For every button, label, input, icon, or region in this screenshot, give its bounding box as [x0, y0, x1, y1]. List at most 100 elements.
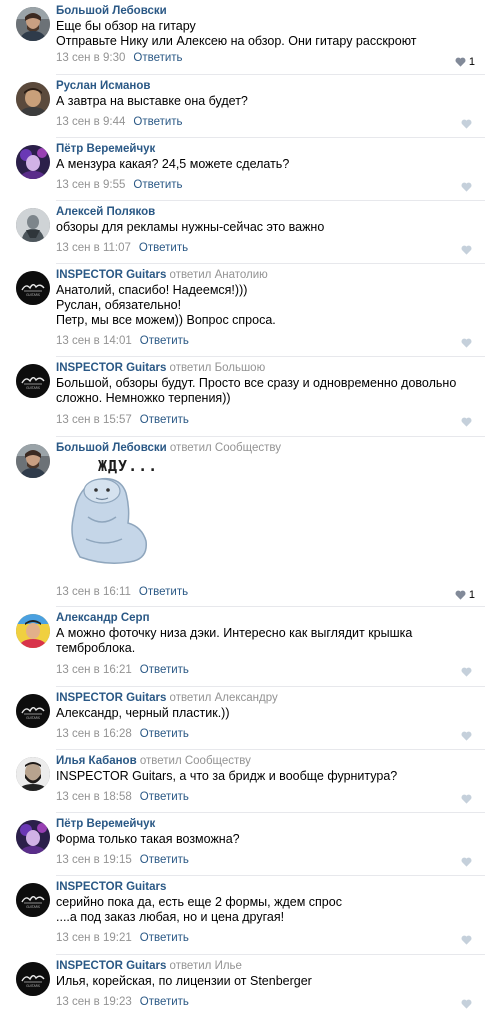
- reply-button[interactable]: Ответить: [140, 664, 189, 676]
- author-name[interactable]: INSPECTOR Guitars: [56, 881, 166, 893]
- like-button[interactable]: [461, 182, 475, 192]
- comment-text: Большой, обзоры будут. Просто все сразу …: [56, 376, 456, 406]
- author-name[interactable]: Пётр Веремейчук: [56, 818, 155, 830]
- author-line: Пётр Веремейчук: [56, 142, 155, 156]
- like-button[interactable]: [461, 794, 475, 804]
- like-button[interactable]: [461, 999, 475, 1009]
- comment-text: Еще бы обзор на гитару Отправьте Нику или…: [56, 19, 453, 49]
- reply-button[interactable]: Ответить: [133, 179, 182, 191]
- avatar[interactable]: GUITARS: [16, 694, 50, 728]
- like-button[interactable]: [461, 857, 475, 867]
- comment-item: Александр Серп А можно фоточку низа дэки.…: [0, 607, 493, 687]
- comment-text-line: Отправьте Нику или Алексею на обзор. Они…: [56, 34, 417, 48]
- avatar[interactable]: [16, 145, 50, 179]
- heart-icon: [461, 857, 472, 867]
- author-name[interactable]: Пётр Веремейчук: [56, 143, 155, 155]
- comment-date[interactable]: 13 сен в 15:57: [56, 414, 132, 426]
- author-name[interactable]: INSPECTOR Guitars: [56, 960, 166, 972]
- comment-date[interactable]: 13 сен в 11:07: [56, 242, 131, 254]
- comment-date[interactable]: 13 сен в 16:28: [56, 728, 132, 740]
- avatar[interactable]: GUITARS: [16, 364, 50, 398]
- avatar[interactable]: [16, 820, 50, 854]
- comment-date[interactable]: 13 сен в 9:44: [56, 116, 125, 128]
- author-name[interactable]: Большой Лебовски: [56, 5, 167, 17]
- like-button[interactable]: [461, 338, 475, 348]
- heart-icon: [461, 338, 472, 348]
- reply-button[interactable]: Ответить: [139, 242, 188, 254]
- author-name[interactable]: Александр Серп: [56, 612, 150, 624]
- like-button[interactable]: [461, 417, 475, 427]
- reply-button[interactable]: Ответить: [140, 996, 189, 1008]
- like-button[interactable]: 1: [455, 56, 475, 68]
- comment-item: Илья Кабанов ответил Сообществу INSPECTOR…: [0, 750, 493, 813]
- comment-text: Анатолий, спасибо! Надеемся!))) Руслан, о…: [56, 283, 453, 328]
- comment-date[interactable]: 13 сен в 16:21: [56, 664, 132, 676]
- reply-button[interactable]: Ответить: [140, 791, 189, 803]
- author-name[interactable]: Илья Кабанов: [56, 755, 137, 767]
- like-count: 1: [468, 589, 475, 601]
- sticker-image: ЖДУ...: [58, 457, 168, 569]
- like-button[interactable]: [461, 935, 475, 945]
- reply-to-name[interactable]: Александру: [215, 692, 278, 704]
- comment-text: Илья, корейская, по лицензии от Stenberg…: [56, 974, 453, 989]
- avatar[interactable]: GUITARS: [16, 962, 50, 996]
- reply-to-name[interactable]: Анатолию: [215, 269, 268, 281]
- comment-date[interactable]: 13 сен в 18:58: [56, 791, 132, 803]
- like-button[interactable]: [461, 667, 475, 677]
- comment-text-line: А можно фоточку низа дэки. Интересно как…: [56, 626, 413, 640]
- comment-meta: 13 сен в 19:21 Ответить: [56, 931, 189, 945]
- reply-button[interactable]: Ответить: [140, 854, 189, 866]
- reply-to-name[interactable]: Большою: [215, 362, 266, 374]
- comment-meta: 13 сен в 19:23 Ответить: [56, 995, 189, 1009]
- author-name[interactable]: Большой Лебовски: [56, 442, 167, 454]
- heart-icon: [455, 57, 466, 67]
- comment-text-line: Петр, мы все можем)) Вопрос спроса.: [56, 313, 276, 327]
- avatar[interactable]: [16, 7, 50, 41]
- reply-word: ответил: [139, 755, 182, 767]
- like-button[interactable]: [461, 119, 475, 129]
- avatar[interactable]: GUITARS: [16, 883, 50, 917]
- comment-text: обзоры для рекламы нужны-сейчас это важн…: [56, 220, 453, 235]
- comment-item: Пётр Веремейчук Форма только такая возмож…: [0, 813, 493, 876]
- avatar[interactable]: [16, 757, 50, 791]
- reply-word: ответил: [169, 692, 212, 704]
- comment-text-line: обзоры для рекламы нужны-сейчас это важн…: [56, 220, 325, 234]
- avatar[interactable]: GUITARS: [16, 271, 50, 305]
- author-line: Алексей Поляков: [56, 205, 155, 219]
- reply-button[interactable]: Ответить: [133, 116, 182, 128]
- author-name[interactable]: INSPECTOR Guitars: [56, 269, 166, 281]
- like-button[interactable]: [461, 731, 475, 741]
- comment-text-line: темброблока.: [56, 641, 136, 655]
- comment-meta: 13 сен в 11:07 Ответить: [56, 241, 188, 255]
- comment-date[interactable]: 13 сен в 16:11: [56, 586, 131, 598]
- reply-button[interactable]: Ответить: [140, 932, 189, 944]
- reply-button[interactable]: Ответить: [133, 52, 182, 64]
- sticker-caption: ЖДУ...: [98, 457, 159, 475]
- comment-text: Форма только такая возможна?: [56, 832, 453, 847]
- comment-date[interactable]: 13 сен в 19:15: [56, 854, 132, 866]
- reply-button[interactable]: Ответить: [140, 414, 189, 426]
- author-name[interactable]: Руслан Исманов: [56, 80, 150, 92]
- avatar[interactable]: [16, 82, 50, 116]
- comment-date[interactable]: 13 сен в 14:01: [56, 335, 132, 347]
- comment-date[interactable]: 13 сен в 9:55: [56, 179, 125, 191]
- avatar[interactable]: [16, 444, 50, 478]
- comment-date[interactable]: 13 сен в 19:23: [56, 996, 132, 1008]
- avatar[interactable]: [16, 208, 50, 242]
- like-button[interactable]: 1: [455, 589, 475, 601]
- author-name[interactable]: INSPECTOR Guitars: [56, 692, 166, 704]
- comment-date[interactable]: 13 сен в 9:30: [56, 52, 125, 64]
- author-line: INSPECTOR Guitars ответил Александру: [56, 691, 278, 705]
- reply-to-name[interactable]: Сообществу: [185, 755, 251, 767]
- author-name[interactable]: Алексей Поляков: [56, 206, 155, 218]
- avatar[interactable]: [16, 614, 50, 648]
- reply-button[interactable]: Ответить: [140, 728, 189, 740]
- author-name[interactable]: INSPECTOR Guitars: [56, 362, 166, 374]
- author-line: Большой Лебовски: [56, 4, 167, 18]
- like-button[interactable]: [461, 245, 475, 255]
- reply-to-name[interactable]: Сообществу: [215, 442, 281, 454]
- reply-button[interactable]: Ответить: [139, 586, 188, 598]
- reply-button[interactable]: Ответить: [140, 335, 189, 347]
- comment-date[interactable]: 13 сен в 19:21: [56, 932, 132, 944]
- reply-to-name[interactable]: Илье: [215, 960, 242, 972]
